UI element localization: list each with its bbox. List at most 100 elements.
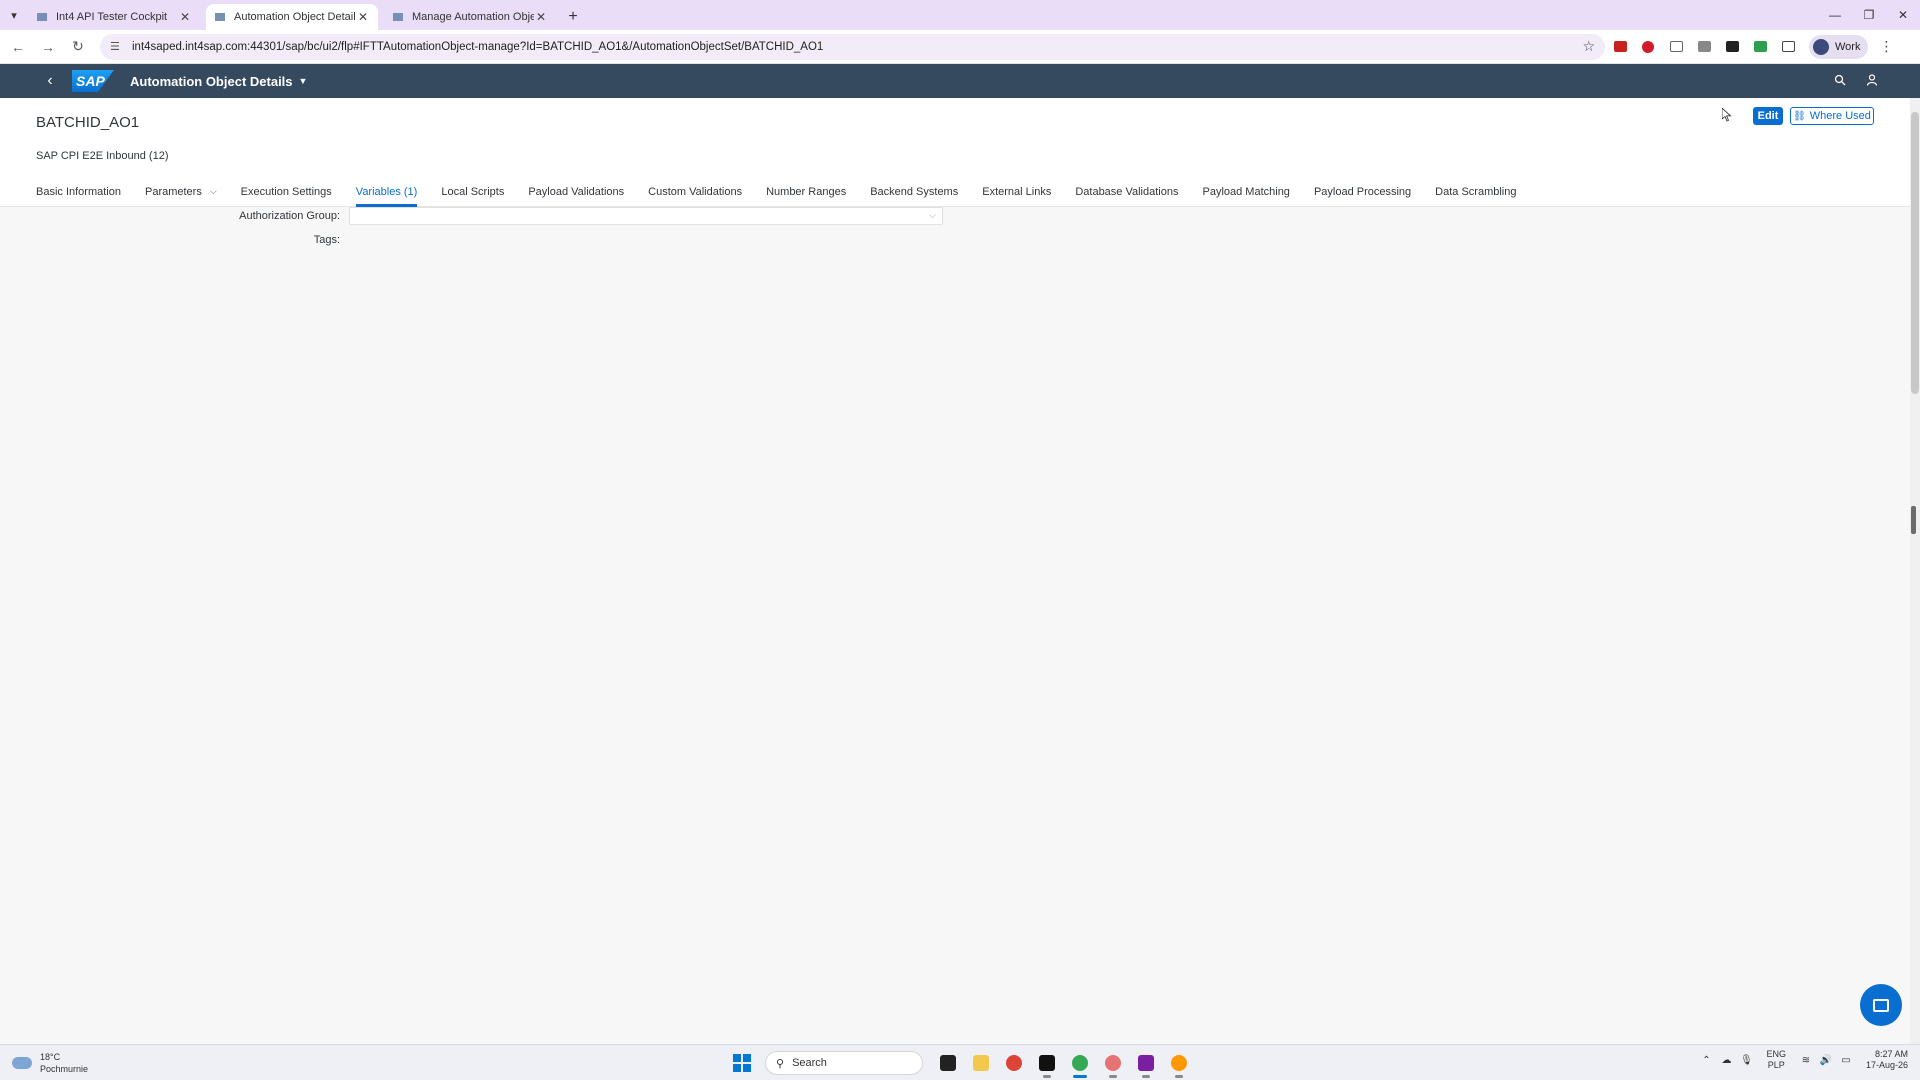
taskbar-search[interactable]: ⚲ Search [765, 1051, 923, 1075]
tray-chevron-up-icon[interactable]: ⌃ [1696, 1055, 1716, 1066]
tab-data-scrambling[interactable]: Data Scrambling [1435, 184, 1516, 207]
tab-label: Backend Systems [870, 186, 959, 198]
extension-terminal-icon[interactable] [1719, 34, 1745, 60]
restore-icon[interactable]: ❐ [1852, 0, 1886, 30]
extensions-puzzle-icon[interactable] [1775, 34, 1801, 60]
extension-window-icon[interactable] [1663, 34, 1689, 60]
forward-arrow-icon[interactable]: → [36, 35, 60, 59]
tags-label: Tags: [313, 234, 340, 246]
intellij-icon[interactable] [1030, 1050, 1063, 1078]
tab-execution-settings[interactable]: Execution Settings [241, 184, 332, 207]
chrome-work-icon[interactable] [1063, 1050, 1096, 1078]
tab-label: Variables (1) [355, 186, 418, 198]
reload-icon[interactable]: ↻ [66, 35, 90, 59]
volume-icon[interactable]: 🔊 [1816, 1055, 1836, 1066]
tab-backend-systems[interactable]: Backend Systems [870, 184, 958, 207]
avatar [1813, 38, 1829, 55]
tab-label: Data Scrambling [1435, 186, 1517, 198]
tab-basic-information[interactable]: Basic Information [36, 184, 121, 207]
user-profile-icon[interactable] [1856, 73, 1888, 89]
object-tab-bar: Basic Information Parameters ⌵ Execution … [36, 184, 1541, 207]
extension-opera-icon[interactable] [1635, 34, 1661, 60]
browser-tab-automation-object-details[interactable]: Automation Object Details ✕ [206, 4, 378, 30]
tab-payload-matching[interactable]: Payload Matching [1202, 184, 1289, 207]
tab-payload-validations[interactable]: Payload Validations [528, 184, 624, 207]
app-purple-icon[interactable] [1129, 1050, 1162, 1078]
browser-tab-title: Automation Object Details [234, 11, 356, 23]
shell-back-icon[interactable]: ‹ [36, 72, 64, 90]
task-view-icon[interactable] [931, 1050, 964, 1076]
chat-bubble-icon [1873, 998, 1889, 1012]
weather-widget[interactable]: 18°C Pochmurnie [12, 1051, 88, 1075]
close-window-icon[interactable]: ✕ [1886, 0, 1920, 30]
tab-label: Execution Settings [240, 186, 332, 198]
cloud-icon [12, 1057, 32, 1069]
app-orange-icon[interactable] [1162, 1050, 1195, 1078]
tab-label: Database Validations [1075, 186, 1179, 198]
browser-tab-api-tester[interactable]: Int4 API Tester Cockpit ✕ [28, 4, 200, 30]
tab-database-validations[interactable]: Database Validations [1075, 184, 1178, 207]
back-arrow-icon[interactable]: ← [6, 35, 30, 59]
tab-label: Custom Validations [648, 186, 743, 198]
chrome-icon[interactable] [997, 1050, 1030, 1076]
tab-payload-processing[interactable]: Payload Processing [1314, 184, 1411, 207]
battery-icon[interactable]: ▭ [1836, 1055, 1856, 1066]
browser-tab-title: Int4 API Tester Cockpit [56, 11, 168, 23]
system-clock[interactable]: 8:27 AM 17-Aug-26 [1866, 1049, 1908, 1071]
profile-chip[interactable]: Work [1809, 34, 1869, 59]
tab-parameters[interactable]: Parameters ⌵ [145, 184, 217, 207]
new-tab-plus-icon[interactable]: + [562, 4, 584, 30]
sap-favicon-icon [215, 13, 225, 21]
chat-support-button[interactable] [1860, 984, 1902, 1026]
file-explorer-icon[interactable] [964, 1050, 997, 1076]
microphone-icon[interactable]: 🎙 [1736, 1055, 1756, 1066]
language-indicator[interactable]: ENG PLP [1766, 1049, 1786, 1071]
browser-menu-icon[interactable]: ⋮ [1874, 38, 1898, 55]
minimize-icon[interactable]: — [1818, 0, 1852, 30]
tab-label: Local Scripts [441, 186, 505, 198]
where-used-label: Where Used [1809, 110, 1871, 122]
cloud-sync-icon[interactable]: ☁ [1716, 1055, 1736, 1066]
close-tab-icon[interactable]: ✕ [178, 10, 192, 24]
app-title-menu[interactable]: Automation Object Details ▼ [130, 74, 307, 89]
browser-tab-manage-automation-objects[interactable]: Manage Automation Objects ✕ [384, 4, 556, 30]
sap-logo[interactable]: SAP [72, 70, 114, 92]
tab-label: Payload Matching [1202, 186, 1290, 198]
tab-variables[interactable]: Variables (1) [355, 184, 418, 207]
windows-start-icon[interactable] [733, 1054, 751, 1072]
extension-mail-icon[interactable] [1607, 34, 1633, 60]
close-tab-icon[interactable]: ✕ [356, 10, 370, 24]
window-controls: — ❐ ✕ [1818, 0, 1920, 30]
tab-external-links[interactable]: External Links [982, 184, 1051, 207]
page-scrollbar-thumb[interactable] [1911, 112, 1919, 394]
sap-logo-text: SAP [76, 73, 105, 89]
site-settings-icon[interactable]: ☰ [110, 40, 124, 53]
clock-time: 8:27 AM [1874, 1049, 1908, 1059]
chevron-down-icon[interactable]: ⌵ [929, 210, 936, 221]
authorization-group-combobox[interactable]: ⌵ [349, 207, 943, 225]
url-text[interactable]: int4saped.int4sap.com:44301/sap/bc/ui2/f… [132, 41, 1582, 53]
weather-temperature: 18°C [40, 1052, 61, 1062]
tab-number-ranges[interactable]: Number Ranges [766, 184, 846, 207]
address-bar[interactable]: ☰ int4saped.int4sap.com:44301/sap/bc/ui2… [100, 33, 1605, 60]
tab-custom-validations[interactable]: Custom Validations [648, 184, 742, 207]
shell-search-icon[interactable] [1824, 74, 1856, 89]
bookmark-star-icon[interactable]: ☆ [1582, 38, 1595, 55]
app-dots-icon[interactable] [1096, 1050, 1129, 1078]
edit-button[interactable]: Edit [1753, 107, 1783, 125]
tab-label: Parameters [144, 186, 202, 198]
tab-local-scripts[interactable]: Local Scripts [441, 184, 504, 207]
wifi-icon[interactable]: ≋ [1796, 1055, 1816, 1066]
tab-label: Number Ranges [766, 186, 847, 198]
extension-screen-icon[interactable] [1691, 34, 1717, 60]
sap-shell-bar: ‹ SAP Automation Object Details ▼ [0, 64, 1920, 98]
sap-favicon-icon [393, 13, 403, 21]
scroll-position-marker [1911, 506, 1916, 534]
browser-tab-strip: ▾ Int4 API Tester Cockpit ✕ Automation O… [0, 0, 1920, 30]
tab-list-chevron-icon[interactable]: ▾ [0, 0, 28, 30]
extension-store-icon[interactable] [1747, 34, 1773, 60]
os-taskbar: 18°C Pochmurnie ⚲ Search ⌃ ☁ 🎙 ENG PLP ≋… [0, 1044, 1920, 1080]
close-tab-icon[interactable]: ✕ [534, 10, 548, 24]
where-used-button[interactable]: ⛓ Where Used [1790, 107, 1874, 125]
weather-location: Pochmurnie [40, 1064, 89, 1074]
